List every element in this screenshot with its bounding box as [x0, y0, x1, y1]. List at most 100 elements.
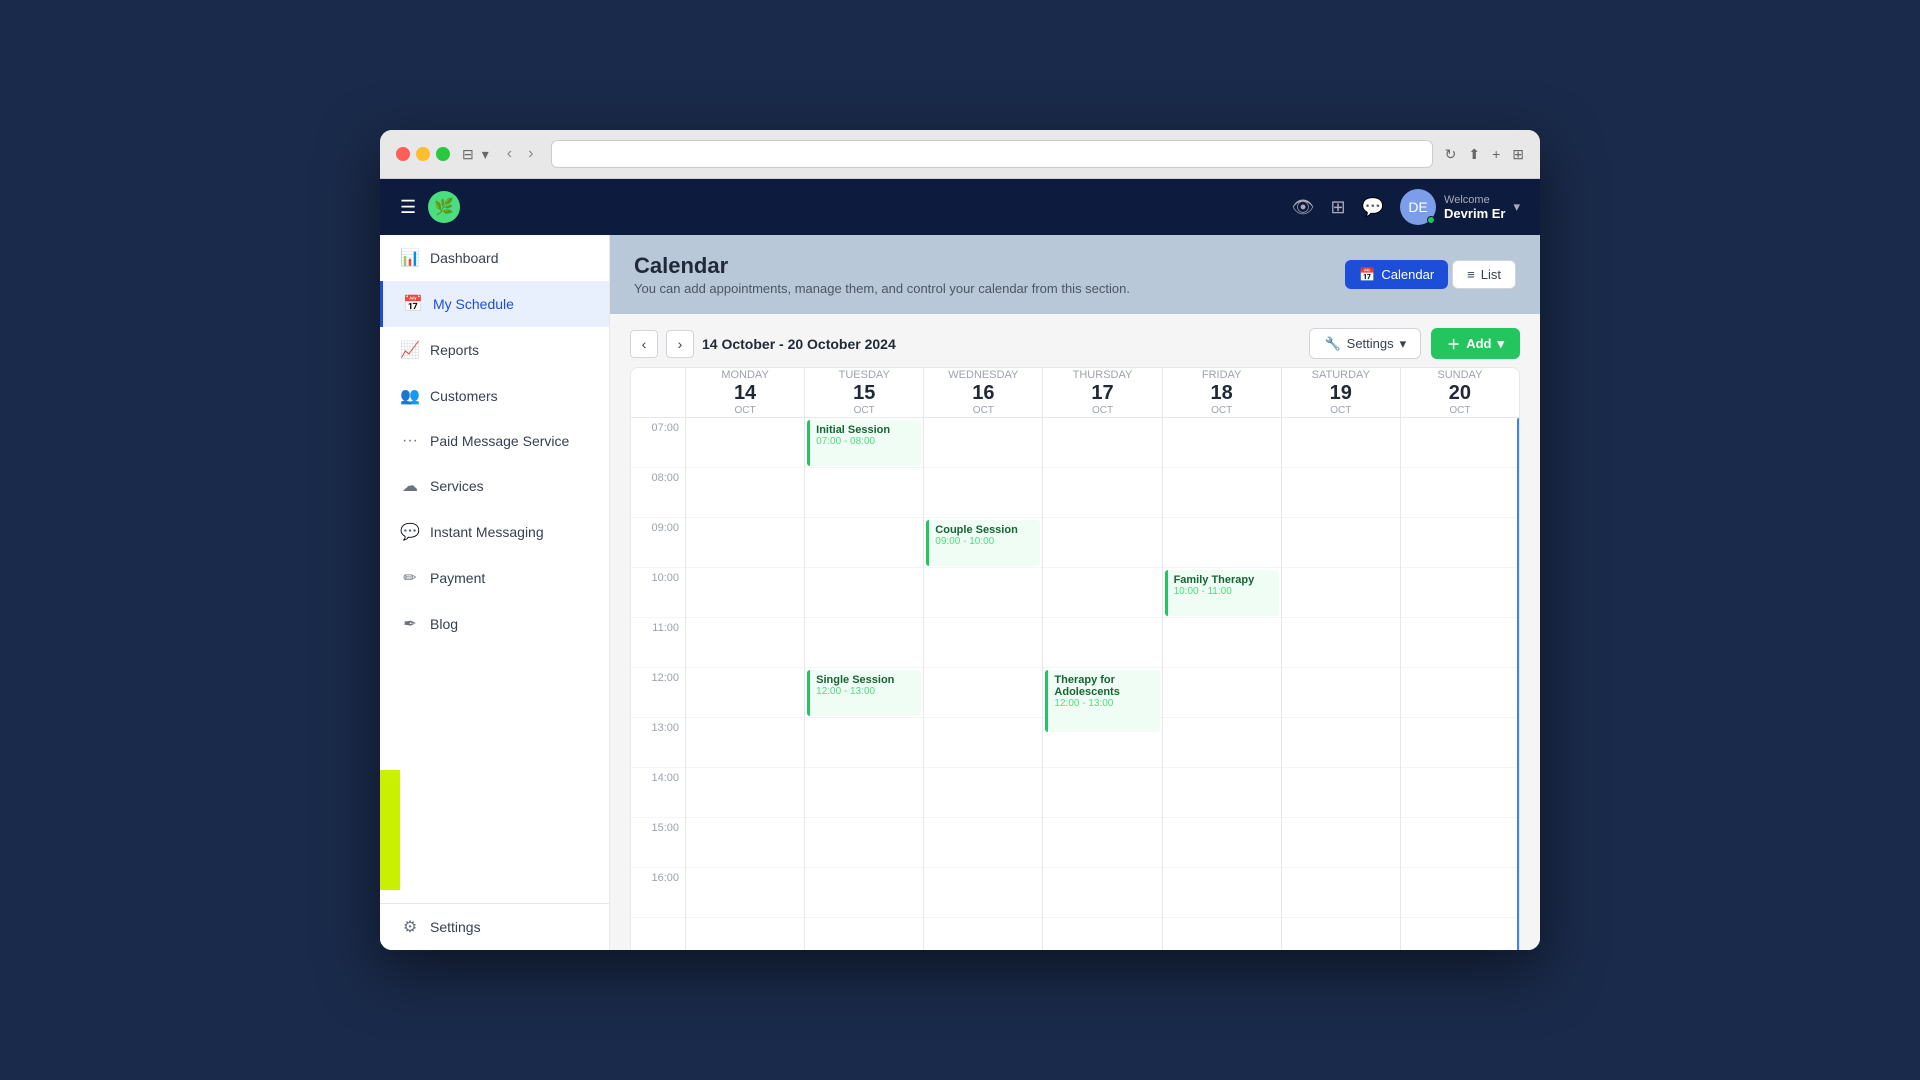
day-month-friday: OCT	[1211, 405, 1232, 416]
share-icon[interactable]: ⬆	[1468, 146, 1480, 163]
content-area: Calendar You can add appointments, manag…	[610, 235, 1540, 950]
add-tab-icon[interactable]: +	[1492, 146, 1500, 163]
sidebar-item-paid-message[interactable]: ··· Paid Message Service	[380, 419, 609, 463]
hour-11-tuesday	[805, 618, 923, 668]
refresh-icon[interactable]: ↻	[1445, 146, 1457, 163]
hour-07-wed	[924, 418, 1042, 468]
top-nav-right: 👁 ⊞ 💬 DE Welcome Devrim Er ▾	[1292, 189, 1520, 225]
forward-button[interactable]: ›	[522, 143, 539, 165]
settings-icon: ⚙	[400, 917, 420, 937]
event-therapy-adolescents[interactable]: Therapy for Adolescents 12:00 - 13:00	[1045, 670, 1159, 732]
dashboard-icon: 📊	[400, 248, 420, 268]
sidebar-item-services[interactable]: ☁ Services	[380, 463, 609, 509]
day-body-monday	[686, 418, 804, 950]
hour-07-thu	[1043, 418, 1161, 468]
hour-13-fri	[1163, 718, 1281, 768]
time-slot-08: 08:00	[631, 468, 685, 518]
view-toggle: 📅 Calendar ≡ List	[1345, 260, 1516, 289]
event-family-therapy[interactable]: Family Therapy 10:00 - 11:00	[1165, 570, 1279, 616]
day-name-thursday: Thursday	[1073, 369, 1133, 381]
event-title: Family Therapy	[1174, 574, 1273, 586]
page-title: Calendar	[634, 253, 1130, 279]
page-header: Calendar You can add appointments, manag…	[610, 235, 1540, 314]
user-info[interactable]: DE Welcome Devrim Er ▾	[1400, 189, 1520, 225]
chevron-down-icon[interactable]: ▾	[482, 146, 489, 163]
day-body-sunday	[1401, 418, 1519, 950]
hour-16-thu	[1043, 868, 1161, 918]
back-button[interactable]: ‹	[501, 143, 518, 165]
hour-08-tuesday	[805, 468, 923, 518]
eye-icon[interactable]: 👁	[1292, 197, 1315, 218]
messaging-icon: 💬	[400, 522, 420, 542]
hour-13-sun	[1401, 718, 1519, 768]
user-details: Welcome Devrim Er	[1444, 194, 1505, 221]
traffic-lights	[396, 147, 450, 161]
time-slot-11: 11:00	[631, 618, 685, 668]
sidebar-item-instant-messaging[interactable]: 💬 Instant Messaging	[380, 509, 609, 555]
hour-09-sun	[1401, 518, 1519, 568]
sidebar-item-customers[interactable]: 👥 Customers	[380, 373, 609, 419]
day-month-saturday: OCT	[1330, 405, 1351, 416]
day-col-friday: Friday 18 OCT	[1163, 368, 1282, 950]
app-container: ☰ 🌿 👁 ⊞ 💬 DE Welcome Devrim Er	[380, 179, 1540, 950]
grid-icon[interactable]: ⊞	[1331, 197, 1346, 218]
hour-09-sat	[1282, 518, 1400, 568]
sidebar-toggle-icon[interactable]: ⊟	[462, 146, 474, 163]
grid-icon[interactable]: ⊞	[1512, 146, 1524, 163]
sidebar-label-reports: Reports	[430, 342, 479, 358]
event-single-session[interactable]: Single Session 12:00 - 13:00	[807, 670, 921, 716]
day-month-tuesday: OCT	[854, 405, 875, 416]
prev-week-button[interactable]: ‹	[630, 330, 658, 358]
event-initial-session[interactable]: Initial Session 07:00 - 08:00	[807, 420, 921, 466]
hour-09-monday	[686, 518, 804, 568]
add-chevron: ▾	[1497, 336, 1504, 352]
event-time: 12:00 - 13:00	[1054, 698, 1153, 709]
event-title: Therapy for Adolescents	[1054, 674, 1153, 698]
day-header-thursday: Thursday 17 OCT	[1043, 368, 1161, 418]
add-button-label: Add	[1466, 336, 1491, 351]
hamburger-menu[interactable]: ☰	[400, 197, 416, 218]
sidebar-item-dashboard[interactable]: 📊 Dashboard	[380, 235, 609, 281]
add-button[interactable]: ＋ Add ▾	[1431, 328, 1520, 359]
sidebar-item-payment[interactable]: ✏ Payment	[380, 555, 609, 601]
day-col-wednesday: Wednesday 16 OCT	[924, 368, 1043, 950]
hour-14-monday	[686, 768, 804, 818]
day-name-wednesday: Wednesday	[948, 369, 1018, 381]
minimize-button[interactable]	[416, 147, 430, 161]
add-plus-icon: ＋	[1447, 334, 1460, 353]
day-header-wednesday: Wednesday 16 OCT	[924, 368, 1042, 418]
hour-14-thu	[1043, 768, 1161, 818]
day-number-sunday: 20	[1449, 381, 1471, 405]
sidebar-item-reports[interactable]: 📈 Reports	[380, 327, 609, 373]
sidebar-item-settings[interactable]: ⚙ Settings	[380, 904, 609, 950]
next-week-button[interactable]: ›	[666, 330, 694, 358]
hour-11-monday	[686, 618, 804, 668]
address-bar[interactable]	[551, 140, 1432, 168]
calendar-view-button[interactable]: 📅 Calendar	[1345, 260, 1448, 289]
close-button[interactable]	[396, 147, 410, 161]
calendar-right-controls: 🔧 Settings ▾ ＋ Add ▾	[1309, 328, 1520, 359]
day-col-tuesday: Tuesday 15 OCT	[805, 368, 924, 950]
calendar-view-label: Calendar	[1381, 267, 1434, 282]
day-name-sunday: Sunday	[1437, 369, 1482, 381]
user-chevron[interactable]: ▾	[1513, 199, 1520, 215]
day-col-thursday: Thursday 17 OCT	[1043, 368, 1162, 950]
chat-icon[interactable]: 💬	[1362, 197, 1384, 218]
time-slot-07: 07:00	[631, 418, 685, 468]
paid-message-icon: ···	[400, 432, 420, 450]
services-icon: ☁	[400, 476, 420, 496]
fullscreen-button[interactable]	[436, 147, 450, 161]
scroll-indicator	[1517, 418, 1520, 950]
sidebar-item-blog[interactable]: ✒ Blog	[380, 601, 609, 647]
hour-14-wed	[924, 768, 1042, 818]
list-view-button[interactable]: ≡ List	[1452, 260, 1516, 289]
event-couple-session[interactable]: Couple Session 09:00 - 10:00	[926, 520, 1040, 566]
day-body-saturday	[1282, 418, 1400, 950]
hour-11-sun	[1401, 618, 1519, 668]
online-indicator	[1427, 216, 1435, 224]
event-title: Single Session	[816, 674, 915, 686]
sidebar-label-payment: Payment	[430, 570, 485, 586]
username-label: Devrim Er	[1444, 206, 1505, 221]
settings-button[interactable]: 🔧 Settings ▾	[1309, 328, 1421, 359]
sidebar-item-my-schedule[interactable]: 📅 My Schedule	[380, 281, 609, 327]
